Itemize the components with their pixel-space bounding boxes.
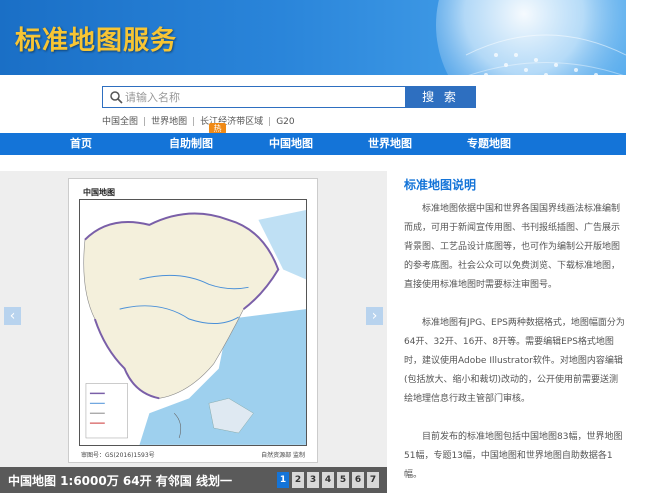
- page-button-5[interactable]: 5: [337, 472, 349, 488]
- divider: |: [192, 117, 196, 127]
- nav-item-custom-map[interactable]: 自助制图: [146, 133, 236, 155]
- info-title: 标准地图说明: [404, 178, 477, 192]
- page-button-3[interactable]: 3: [307, 472, 319, 488]
- china-map-image: [79, 199, 307, 446]
- map-publisher: 自然资源部 监制: [261, 452, 305, 459]
- search-input[interactable]: [125, 88, 403, 106]
- divider: |: [268, 117, 272, 127]
- info-paragraph: 目前发布的标准地图包括中国地图83幅，世界地图51幅，专题13幅，中国地图和世界…: [404, 432, 623, 480]
- page-button-7[interactable]: 7: [367, 472, 379, 488]
- nav-item-world-map[interactable]: 世界地图: [345, 133, 435, 155]
- slide-caption: 中国地图 1:6000万 64开 有邻国 线划一: [8, 474, 232, 488]
- prev-arrow-icon[interactable]: ‹: [4, 307, 21, 325]
- nav-item-china-map[interactable]: 中国地图: [246, 133, 336, 155]
- map-preview[interactable]: 中国地图 审图号：GS(2016)1593号 自然资源部 监制: [68, 178, 318, 463]
- header-banner: 标准地图服务: [0, 0, 626, 75]
- map-approval-number: 审图号：GS(2016)1593号: [81, 452, 155, 459]
- search-button[interactable]: 搜 索: [405, 86, 476, 108]
- info-paragraph: 标准地图依据中国和世界各国国界线画法标准编制而成，可用于新闻宣传用图、书刊报纸插…: [404, 204, 621, 290]
- map-slider: 中国地图 审图号：GS(2016)1593号 自然资源部 监制 ‹ › 中国地图…: [0, 171, 387, 493]
- quick-link-world[interactable]: 世界地图: [151, 117, 187, 127]
- globe-graphic: [436, 0, 626, 75]
- page-button-6[interactable]: 6: [352, 472, 364, 488]
- quick-link-g20[interactable]: G20: [276, 117, 294, 127]
- info-paragraph: 标准地图有JPG、EPS两种数据格式，地图幅面分为64开、32开、16开、8开等…: [404, 318, 625, 404]
- divider: |: [143, 117, 147, 127]
- slide-caption-bar: 中国地图 1:6000万 64开 有邻国 线划一 1 2 3 4 5 6 7: [0, 467, 387, 493]
- map-title: 中国地图: [83, 188, 115, 197]
- page-button-2[interactable]: 2: [292, 472, 304, 488]
- page-button-1[interactable]: 1: [277, 472, 289, 488]
- nav-item-home[interactable]: 首页: [36, 133, 126, 155]
- main-nav: 首页 自助制图 中国地图 世界地图 专题地图: [0, 133, 626, 155]
- search-box: [102, 86, 407, 108]
- quick-link-china[interactable]: 中国全图: [102, 117, 138, 127]
- nav-item-thematic-map[interactable]: 专题地图: [444, 133, 534, 155]
- next-arrow-icon[interactable]: ›: [366, 307, 383, 325]
- quick-links: 中国全图 | 世界地图 | 长江经济带区域 | G20: [102, 114, 295, 127]
- page-button-4[interactable]: 4: [322, 472, 334, 488]
- site-title: 标准地图服务: [15, 26, 178, 56]
- search-icon: [110, 91, 123, 104]
- info-body: 标准地图依据中国和世界各国国界线画法标准编制而成，可用于新闻宣传用图、书刊报纸插…: [404, 200, 626, 498]
